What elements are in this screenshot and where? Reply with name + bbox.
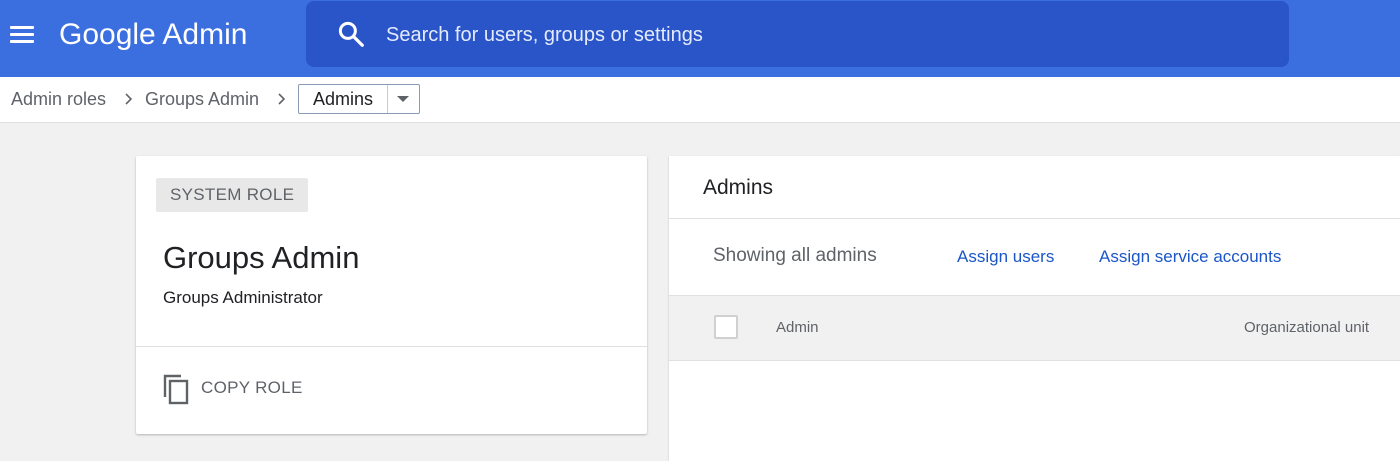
role-card: SYSTEM ROLE Groups Admin Groups Administ… (136, 156, 647, 434)
chevron-right-icon (125, 93, 133, 105)
assign-service-accounts-link[interactable]: Assign service accounts (1099, 247, 1281, 267)
search-icon[interactable] (336, 19, 366, 49)
search-bar[interactable] (306, 1, 1289, 67)
admins-panel: Admins Showing all admins Assign users A… (669, 156, 1400, 461)
panel-title: Admins (703, 176, 774, 199)
breadcrumb-current-label[interactable]: Admins (299, 85, 388, 113)
breadcrumb-groups-admin[interactable]: Groups Admin (145, 89, 259, 110)
breadcrumb-admin-roles[interactable]: Admin roles (11, 89, 106, 110)
breadcrumb-current-select[interactable]: Admins (298, 84, 420, 114)
table-header: Admin Organizational unit (669, 295, 1400, 361)
role-description: Groups Administrator (163, 288, 323, 307)
column-header-admin[interactable]: Admin (776, 319, 819, 336)
filter-status-text: Showing all admins (713, 245, 877, 266)
top-app-bar: Google Admin (0, 0, 1400, 77)
chevron-right-icon (278, 93, 286, 105)
chevron-down-icon[interactable] (387, 85, 419, 113)
app-logo[interactable]: Google Admin (59, 17, 247, 53)
select-all-checkbox[interactable] (714, 315, 738, 339)
hamburger-menu-icon[interactable] (8, 23, 36, 47)
panel-divider (669, 218, 1400, 219)
search-input[interactable] (384, 18, 1248, 52)
breadcrumb: Admin roles Groups Admin Admins (0, 77, 1400, 123)
card-divider (136, 346, 647, 347)
role-title: Groups Admin (163, 240, 360, 275)
copy-role-label: COPY ROLE (201, 378, 303, 397)
column-header-organizational-unit[interactable]: Organizational unit (1244, 319, 1369, 336)
assign-users-link[interactable]: Assign users (957, 247, 1054, 267)
system-role-badge: SYSTEM ROLE (156, 178, 309, 212)
copy-icon (163, 374, 189, 405)
